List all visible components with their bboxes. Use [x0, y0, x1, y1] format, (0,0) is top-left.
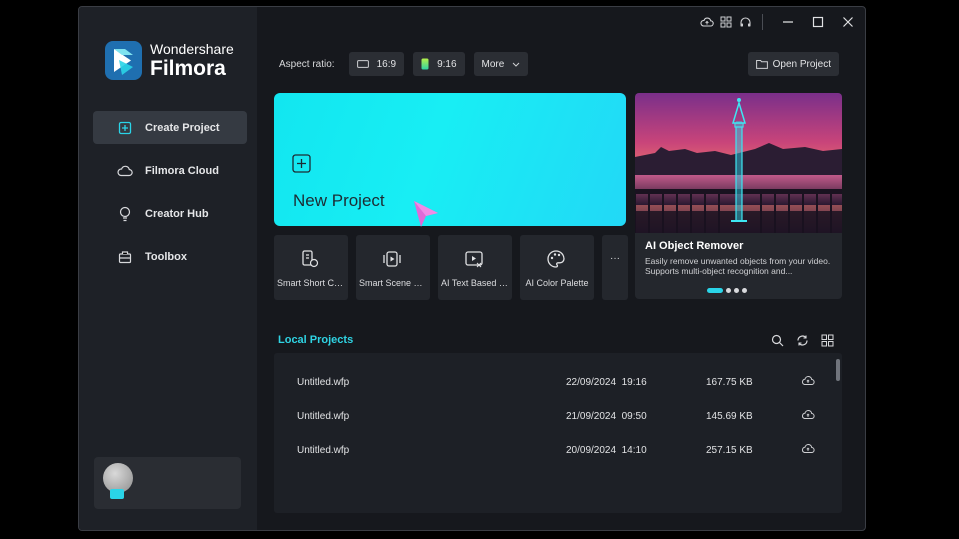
cloud-upload-icon[interactable]	[801, 375, 815, 389]
user-card[interactable]	[94, 457, 241, 509]
table-row[interactable]: Untitled.wfp 22/09/2024 19:16 167.75 KB	[274, 367, 834, 397]
product-name: Filmora	[150, 57, 226, 80]
sidebar-item-creator-hub[interactable]: Creator Hub	[93, 197, 247, 230]
aspect-9-16-button[interactable]: 9:16	[413, 52, 465, 76]
carousel-dot[interactable]	[734, 288, 739, 293]
smart-scene-cut-icon	[382, 249, 402, 274]
sidebar-item-label: Toolbox	[145, 250, 187, 263]
project-size: 257.15 KB	[706, 445, 753, 456]
pointer-cursor-icon	[412, 199, 440, 234]
close-icon	[843, 17, 853, 27]
titlebar	[697, 7, 865, 37]
project-name: Untitled.wfp	[297, 377, 350, 388]
project-name: Untitled.wfp	[297, 445, 350, 456]
sidebar-nav: Create Project Filmora Cloud Creator Hub…	[93, 111, 247, 283]
folder-icon	[755, 59, 768, 69]
grid-icon[interactable]	[717, 13, 735, 31]
carousel-dot[interactable]	[707, 288, 723, 293]
aspect-ratio-bar: Aspect ratio: 16:9 9:16 More	[279, 52, 537, 76]
tool-smart-short-clips[interactable]: Smart Short Cli...	[274, 235, 348, 300]
aspect-ratio-label: Aspect ratio:	[279, 58, 335, 70]
close-button[interactable]	[833, 7, 863, 37]
tool-smart-scene-cut[interactable]: Smart Scene Cut	[356, 235, 430, 300]
app-logo: Wondershare Filmora	[105, 41, 234, 80]
local-projects-toolbar	[760, 332, 835, 348]
chevron-down-icon	[512, 62, 520, 67]
new-project-card[interactable]: New Project	[274, 93, 626, 227]
tool-ai-text-based-editing[interactable]: AI Text Based Edi...	[438, 235, 512, 300]
table-row[interactable]: Untitled.wfp 20/09/2024 14:10 257.15 KB	[274, 435, 834, 465]
minimize-icon	[783, 21, 793, 23]
minimize-button[interactable]	[773, 7, 803, 37]
app-window: Wondershare Filmora Create Project Filmo…	[78, 6, 866, 531]
aspect-16-9-button[interactable]: 16:9	[348, 52, 405, 76]
aspect-more-dropdown[interactable]: More	[473, 52, 529, 76]
cloud-upload-icon[interactable]	[698, 13, 716, 31]
ai-text-edit-icon	[464, 249, 484, 274]
sidebar-item-create-project[interactable]: Create Project	[93, 111, 247, 144]
carousel-dot[interactable]	[742, 288, 747, 293]
sidebar-item-toolbox[interactable]: Toolbox	[93, 240, 247, 273]
list-scrollbar[interactable]	[836, 359, 840, 381]
project-size: 167.75 KB	[706, 377, 753, 388]
brand-name: Wondershare	[150, 41, 234, 57]
membership-badge	[110, 489, 124, 499]
sidebar-item-label: Creator Hub	[145, 207, 209, 220]
portrait-ratio-icon	[421, 58, 429, 70]
sidebar-item-label: Create Project	[145, 121, 220, 134]
maximize-icon	[812, 16, 824, 28]
more-icon: ···	[610, 253, 620, 264]
plus-icon	[292, 154, 311, 178]
local-projects-title: Local Projects	[278, 334, 354, 346]
lightbulb-icon	[117, 206, 133, 222]
toolbox-icon	[117, 249, 133, 265]
project-date: 22/09/2024 19:16	[566, 377, 647, 388]
refresh-icon[interactable]	[794, 332, 810, 348]
table-row[interactable]: Untitled.wfp 21/09/2024 09:50 145.69 KB	[274, 401, 834, 431]
tool-more[interactable]: ···	[602, 235, 628, 300]
sidebar: Wondershare Filmora Create Project Filmo…	[79, 7, 257, 530]
create-project-icon	[117, 120, 133, 136]
new-project-label: New Project	[293, 191, 385, 210]
open-project-button[interactable]: Open Project	[747, 52, 839, 76]
sidebar-item-label: Filmora Cloud	[145, 164, 219, 177]
project-date: 20/09/2024 14:10	[566, 445, 647, 456]
landscape-ratio-icon	[356, 60, 369, 68]
headset-icon[interactable]	[736, 13, 754, 31]
promo-title: AI Object Remover	[645, 240, 744, 252]
sidebar-item-filmora-cloud[interactable]: Filmora Cloud	[93, 154, 247, 187]
project-name: Untitled.wfp	[297, 411, 350, 422]
promo-description: Easily remove unwanted objects from your…	[645, 256, 831, 276]
cloud-icon	[117, 163, 133, 179]
carousel-dot[interactable]	[726, 288, 731, 293]
ai-color-palette-icon	[546, 249, 566, 274]
tool-ai-color-palette[interactable]: AI Color Palette	[520, 235, 594, 300]
carousel-indicators	[707, 288, 750, 293]
quick-tools: Smart Short Cli... Smart Scene Cut AI Te…	[274, 235, 636, 300]
promo-banner-image	[635, 93, 842, 233]
cloud-upload-icon[interactable]	[801, 409, 815, 423]
feature-promo-card[interactable]: AI Object Remover Easily remove unwanted…	[635, 93, 842, 299]
maximize-button[interactable]	[803, 7, 833, 37]
smart-short-clips-icon	[300, 249, 320, 274]
project-size: 145.69 KB	[706, 411, 753, 422]
grid-view-icon[interactable]	[819, 332, 835, 348]
project-date: 21/09/2024 09:50	[566, 411, 647, 422]
cloud-upload-icon[interactable]	[801, 443, 815, 457]
filmora-logo-icon	[105, 41, 142, 80]
local-projects-list: Untitled.wfp 22/09/2024 19:16 167.75 KB …	[274, 353, 842, 513]
search-icon[interactable]	[769, 332, 785, 348]
